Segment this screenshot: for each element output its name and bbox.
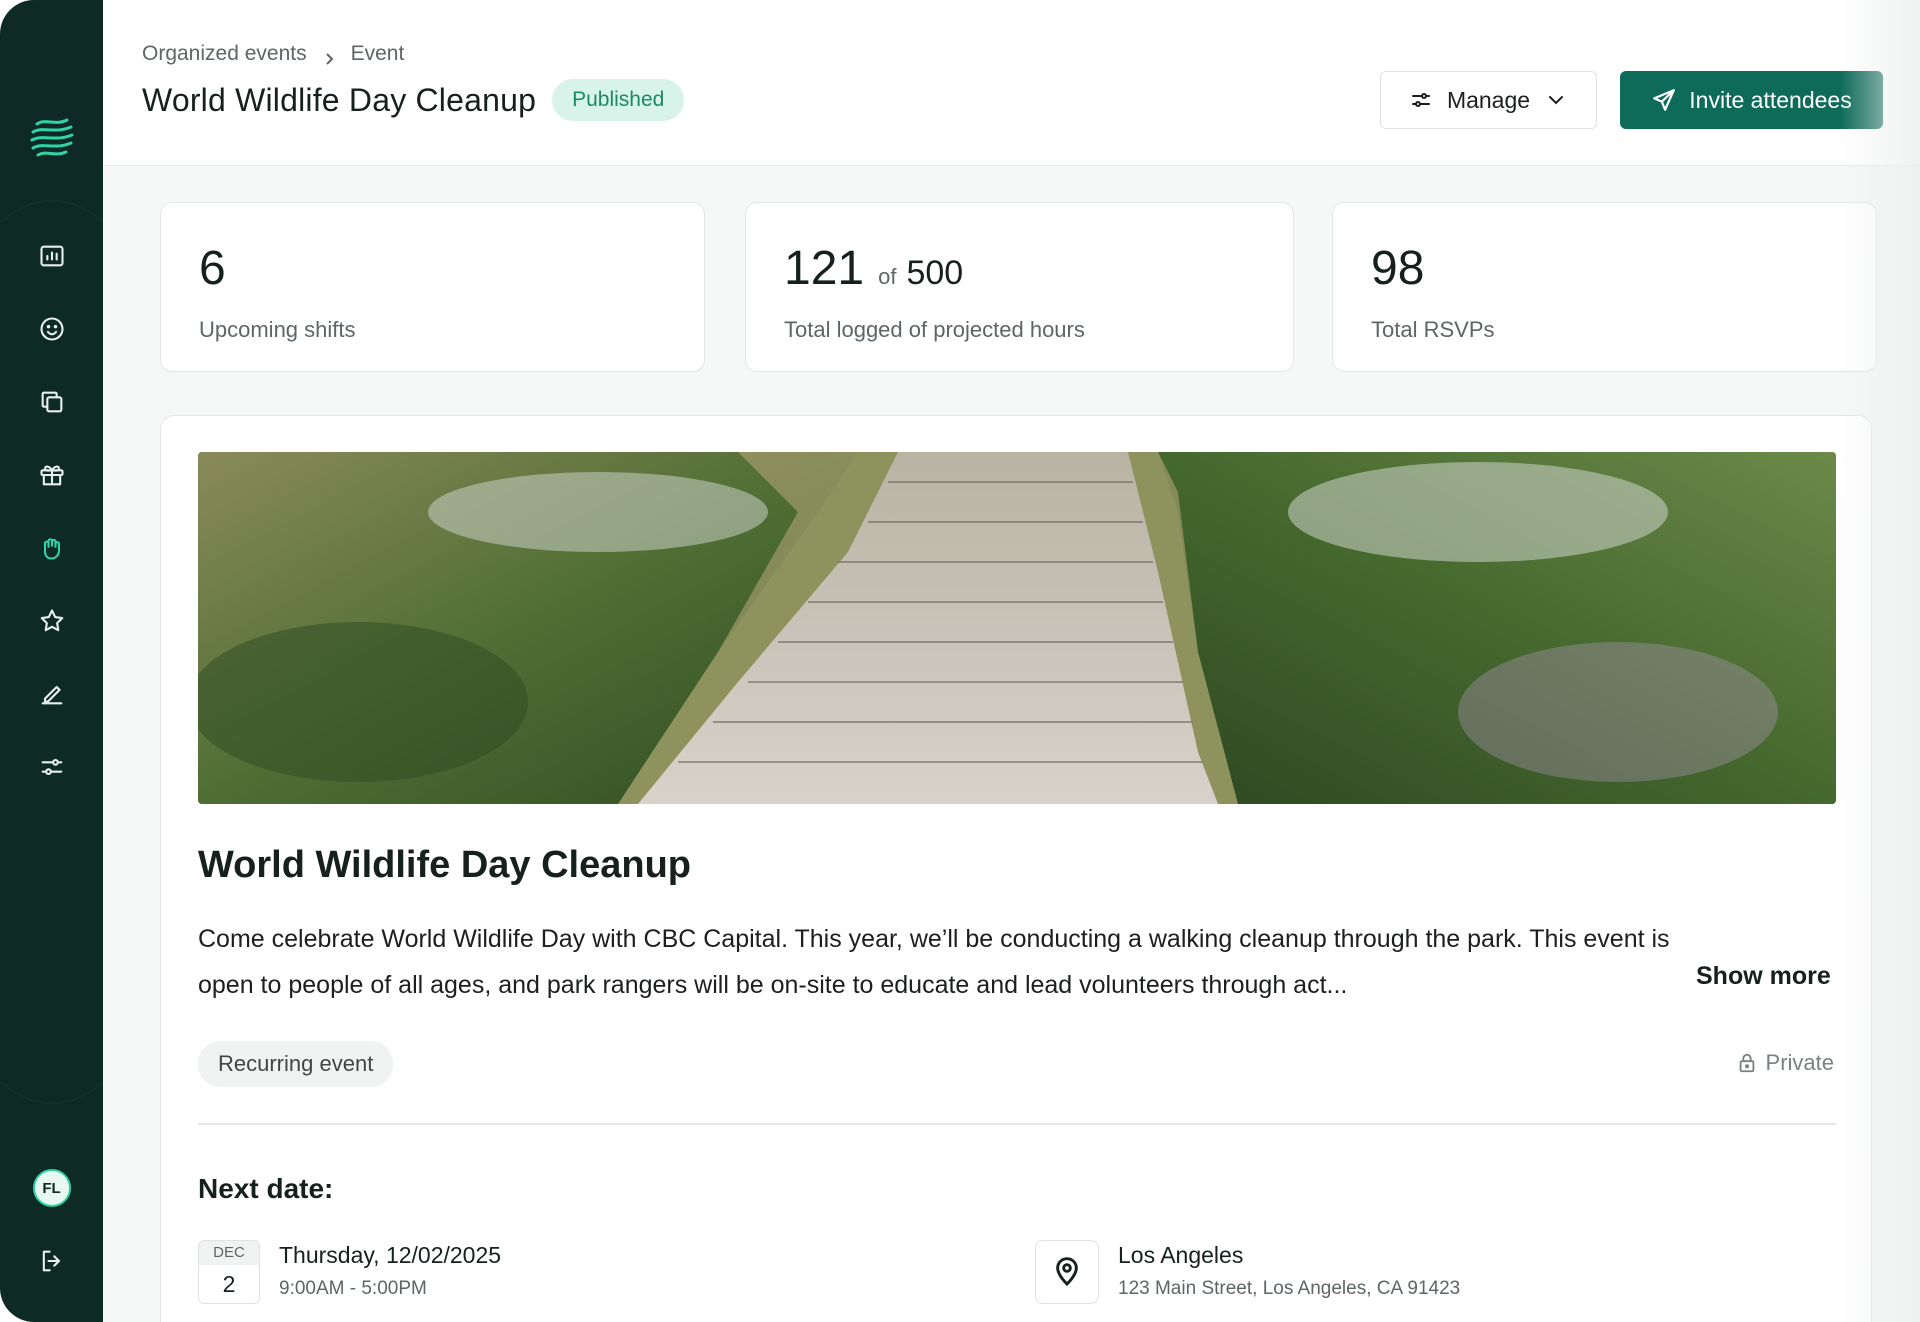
event-description: Come celebrate World Wildlife Day with C… — [198, 925, 1670, 999]
stat-label: Upcoming shifts — [199, 317, 356, 342]
breadcrumb-organized-events[interactable]: Organized events — [142, 42, 307, 66]
stat-label: Total logged of projected hours — [784, 317, 1085, 342]
stat-value-group: 121 of 500 — [784, 241, 963, 296]
calendar-month: DEC — [199, 1241, 259, 1265]
main-content: 6 Upcoming shifts 121 of 500 Total logged … — [103, 166, 1920, 1322]
location-pin-icon — [1035, 1240, 1099, 1304]
stat-of: of — [878, 264, 897, 289]
event-location-name: Los Angeles — [1118, 1242, 1244, 1268]
sidebar-item-copy[interactable] — [28, 378, 76, 426]
event-date: Thursday, 12/02/2025 — [279, 1242, 502, 1268]
pen-icon — [41, 685, 62, 705]
chevron-right-icon — [323, 48, 335, 65]
calendar-day: 2 — [222, 1271, 236, 1297]
sidebar-item-dashboard[interactable] — [28, 232, 76, 280]
event-title: World Wildlife Day Cleanup — [198, 844, 691, 886]
page-header: Organized events Event World Wildlife Da… — [103, 0, 1920, 166]
copy-icon — [41, 391, 62, 413]
stat-card-total-rsvps: 98 Total RSVPs — [1332, 202, 1877, 372]
page-title: World Wildlife Day Cleanup — [142, 81, 537, 118]
lock-icon — [1739, 1053, 1754, 1073]
sidebar-item-favorites[interactable] — [28, 597, 76, 645]
logout-button[interactable] — [38, 1247, 66, 1280]
sidebar-item-gifts[interactable] — [28, 451, 76, 499]
calendar-date-icon: DEC 2 — [198, 1240, 260, 1304]
invite-label: Invite attendees — [1689, 86, 1852, 113]
smiley-icon — [39, 317, 64, 341]
sidebar-item-volunteer[interactable] — [28, 524, 76, 572]
logout-icon — [42, 1250, 60, 1272]
manage-label: Manage — [1446, 86, 1531, 113]
sliders-icon — [41, 758, 62, 776]
stat-card-upcoming-shifts: 6 Upcoming shifts — [160, 202, 705, 372]
stat-card-logged-hours: 121 of 500 Total logged of projected hours — [745, 202, 1294, 372]
event-time: 9:00AM - 5:00PM — [279, 1278, 427, 1299]
next-date-heading: Next date: — [198, 1173, 334, 1204]
manage-button[interactable]: Manage — [1380, 71, 1597, 129]
stat-label: Total RSVPs — [1371, 317, 1495, 342]
stat-value: 98 — [1371, 242, 1425, 295]
stat-value: 121 — [784, 242, 865, 295]
stat-value: 6 — [199, 242, 226, 295]
sliders-icon — [1411, 93, 1430, 107]
dashboard-chart-icon — [39, 245, 64, 267]
invite-attendees-button[interactable]: Invite attendees — [1620, 71, 1883, 129]
sidebar: FL — [0, 0, 103, 1322]
breadcrumb-event: Event — [350, 42, 405, 65]
status-badge: Published — [552, 79, 685, 121]
sidebar-item-people[interactable] — [28, 305, 76, 353]
event-location-address: 123 Main Street, Los Angeles, CA 91423 — [1118, 1278, 1461, 1299]
star-icon — [40, 609, 63, 632]
event-card: World Wildlife Day Cleanup Come celebrat… — [160, 415, 1872, 1322]
breadcrumb: Organized events Event — [142, 42, 404, 66]
chevron-down-icon — [1549, 96, 1564, 105]
sidebar-item-edit[interactable] — [28, 670, 76, 718]
visibility-indicator: Private — [1736, 1050, 1834, 1076]
show-more-link[interactable]: Show more — [1696, 962, 1831, 991]
sidebar-footer: FL — [0, 1169, 103, 1280]
gift-icon — [39, 465, 64, 486]
event-banner-image — [198, 452, 1836, 804]
visibility-label: Private — [1765, 1050, 1834, 1075]
sidebar-nav — [28, 232, 76, 816]
stat-total: 500 — [906, 254, 964, 292]
avatar[interactable]: FL — [32, 1169, 71, 1207]
title-row: World Wildlife Day Cleanup Published — [142, 79, 685, 121]
raised-hand-icon — [43, 538, 60, 560]
recurring-event-tag: Recurring event — [198, 1041, 394, 1087]
send-icon — [1653, 89, 1676, 111]
wave-logo[interactable] — [27, 112, 77, 162]
divider — [198, 1123, 1836, 1125]
sidebar-item-settings[interactable] — [28, 743, 76, 791]
